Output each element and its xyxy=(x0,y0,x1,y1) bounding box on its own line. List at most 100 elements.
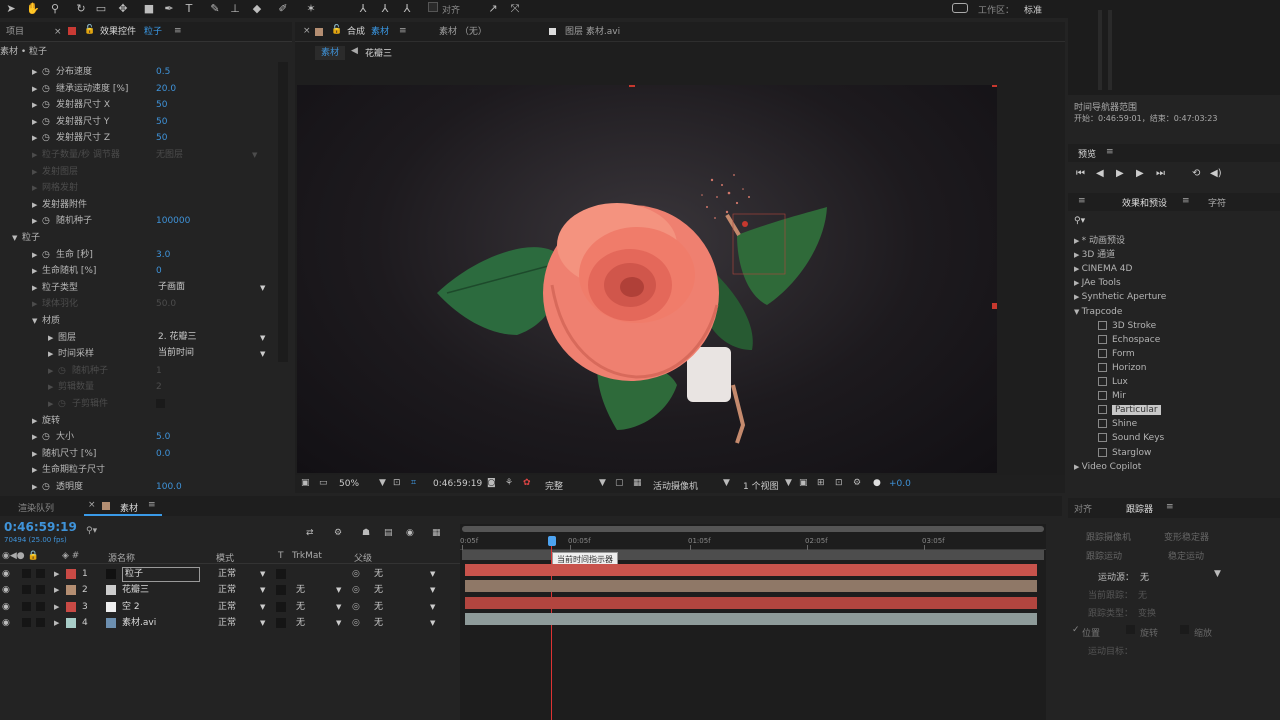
layer-row[interactable]: ◉ ▶ 2 花瓣三 正常 ▼ 无 ▼ ◎ 无 ▼ xyxy=(0,582,460,598)
property-dropdown[interactable]: 子画面 xyxy=(158,281,270,294)
pick-whip-icon[interactable]: ◎ xyxy=(352,566,360,582)
crumb-comp[interactable]: 素材 xyxy=(315,46,346,60)
motion-source-select[interactable]: 无 xyxy=(1140,570,1149,583)
effects-item[interactable]: Echospace xyxy=(1098,333,1160,347)
expand-arrow-icon[interactable]: ▶ xyxy=(32,130,37,146)
chevron-down-icon[interactable]: ▼ xyxy=(252,147,257,163)
preserve-transparency-toggle[interactable] xyxy=(276,569,286,579)
expand-arrow-icon[interactable]: ▶ xyxy=(32,64,37,80)
current-track-select[interactable]: 无 xyxy=(1138,588,1147,601)
zoom-value[interactable]: 50% xyxy=(339,479,359,489)
expand-arrow-icon[interactable]: ▶ xyxy=(32,462,37,478)
property-value[interactable]: 50 xyxy=(156,97,167,113)
expand-arrow-icon[interactable]: ▶ xyxy=(48,379,53,395)
expand-arrow-icon[interactable]: ▶ xyxy=(1074,265,1082,273)
effect-property-row[interactable]: ▶ ◷ 透明度 100.0 xyxy=(0,479,278,495)
effect-property-row[interactable]: ▶ ◷ 随机种子 100000 xyxy=(0,213,278,229)
effect-property-row[interactable]: ▶ ◷ 大小 5.0 xyxy=(0,429,278,445)
expand-arrow-icon[interactable]: ▶ xyxy=(1074,279,1082,287)
panel-menu-icon[interactable]: ≡ xyxy=(148,500,156,510)
layer-row[interactable]: ◉ ▶ 3 空 2 正常 ▼ 无 ▼ ◎ 无 ▼ xyxy=(0,599,460,615)
eye-icon[interactable]: ◉ xyxy=(2,582,10,598)
warp-stabilizer-button[interactable]: 变形稳定器 xyxy=(1164,530,1209,543)
layer-label-color[interactable] xyxy=(66,618,76,629)
property-value[interactable]: 无图层 xyxy=(156,147,183,163)
effect-property-row[interactable]: ▶ 旋转 xyxy=(0,413,278,429)
track-camera-button[interactable]: 跟踪摄像机 xyxy=(1086,530,1131,543)
expand-arrow-icon[interactable]: ▶ xyxy=(54,582,59,598)
frame-blend-icon[interactable]: ▤ xyxy=(384,528,393,538)
scale-checkbox[interactable] xyxy=(1180,625,1189,634)
pick-whip-icon[interactable]: ◎ xyxy=(352,615,360,631)
tab-effect-controls[interactable]: 效果控件 xyxy=(100,23,136,41)
effects-item[interactable]: Sound Keys xyxy=(1098,431,1164,445)
text-tool-icon[interactable]: T xyxy=(182,2,196,16)
parent-select[interactable]: 无 xyxy=(374,582,383,598)
expand-arrow-icon[interactable]: ▶ xyxy=(32,180,37,196)
rectangle-tool-icon[interactable]: ■ xyxy=(142,2,156,16)
chevron-down-icon[interactable]: ▼ xyxy=(260,346,265,362)
property-value[interactable]: 2 xyxy=(156,379,162,395)
tab-timeline-comp[interactable]: 素材 xyxy=(120,501,138,514)
close-icon[interactable]: × xyxy=(303,26,311,36)
expand-arrow-icon[interactable]: ▶ xyxy=(32,446,37,462)
effects-item[interactable]: Form xyxy=(1098,347,1135,361)
panel-menu-icon[interactable]: ≡ xyxy=(1106,147,1114,157)
snapshot-icon[interactable]: ◙ xyxy=(487,478,496,488)
expand-arrow-icon[interactable]: ▶ xyxy=(32,247,37,263)
pan-behind-tool-icon[interactable]: ✥ xyxy=(116,2,130,16)
expand-arrow-icon[interactable]: ▶ xyxy=(32,413,37,429)
camera-select[interactable]: 活动摄像机 xyxy=(653,479,698,492)
expand-arrow-icon[interactable]: ▶ xyxy=(48,330,53,346)
layer-name[interactable]: 空 2 xyxy=(122,599,140,615)
effect-property-row[interactable]: ▶ ◷ 发射器尺寸 X 50 xyxy=(0,97,278,113)
effects-folder[interactable]: ▶ 3D 通道 xyxy=(1074,248,1115,262)
property-dropdown[interactable]: 2. 花瓣三 xyxy=(158,331,270,344)
expand-arrow-icon[interactable]: ▶ xyxy=(32,81,37,97)
chevron-down-icon[interactable]: ▼ xyxy=(785,478,792,488)
chevron-down-icon[interactable]: ▼ xyxy=(260,599,265,615)
expand-arrow-icon[interactable]: ▶ xyxy=(32,280,37,296)
clone-stamp-tool-icon[interactable]: ⊥ xyxy=(228,2,242,16)
stopwatch-icon[interactable]: ◷ xyxy=(42,429,50,445)
chevron-down-icon[interactable]: ▼ xyxy=(260,582,265,598)
effects-folder[interactable]: ▶ JAe Tools xyxy=(1074,276,1121,290)
layer-mode-select[interactable]: 正常 xyxy=(218,582,236,598)
parent-select[interactable]: 无 xyxy=(374,566,383,582)
expand-arrow-icon[interactable]: ▶ xyxy=(54,615,59,631)
current-timecode[interactable]: 0:46:59:19 xyxy=(4,520,77,534)
close-icon[interactable]: × xyxy=(54,27,62,37)
expand-arrow-icon[interactable]: ▶ xyxy=(32,296,37,312)
exposure-reset-icon[interactable]: ● xyxy=(873,478,881,488)
expand-down-icon[interactable]: ▼ xyxy=(32,313,37,329)
pick-whip-icon[interactable]: ◎ xyxy=(352,582,360,598)
chevron-down-icon[interactable]: ▼ xyxy=(1214,569,1221,579)
effects-item[interactable]: Mir xyxy=(1098,389,1126,403)
effect-property-row[interactable]: ▶ 时间采样 当前时间 ▼ xyxy=(0,346,278,362)
chevron-down-icon[interactable]: ▼ xyxy=(430,615,435,631)
layer-duration-bar[interactable] xyxy=(465,580,1037,593)
expand-arrow-icon[interactable]: ▶ xyxy=(54,599,59,615)
effect-property-row[interactable]: ▼ 粒子 xyxy=(0,230,278,246)
effects-item[interactable]: Starglow xyxy=(1098,446,1151,460)
tab-effects-presets[interactable]: 效果和预设 xyxy=(1122,196,1167,209)
timeline-search-icon[interactable]: ⚲▾ xyxy=(86,526,97,536)
pick-whip-icon[interactable]: ◎ xyxy=(352,599,360,615)
stopwatch-icon[interactable]: ◷ xyxy=(42,114,50,130)
effects-item[interactable]: Particular xyxy=(1098,403,1161,417)
effect-property-row[interactable]: ▶ ◷ 生命 [秒] 3.0 xyxy=(0,247,278,263)
play-icon[interactable]: ▶ xyxy=(1116,168,1124,179)
puppet-pin-tool-icon[interactable]: ✶ xyxy=(304,2,318,16)
chevron-down-icon[interactable]: ▼ xyxy=(430,582,435,598)
property-value[interactable]: 5.0 xyxy=(156,429,170,445)
panel-menu-icon[interactable]: ≡ xyxy=(1166,502,1174,512)
tab-render-queue[interactable]: 渲染队列 xyxy=(18,501,54,514)
solo-toggle[interactable] xyxy=(22,618,31,628)
expand-arrow-icon[interactable]: ▶ xyxy=(1074,463,1082,471)
tab-tracker[interactable]: 跟踪器 xyxy=(1126,502,1153,515)
parent-select[interactable]: 无 xyxy=(374,599,383,615)
draft-3d-icon[interactable]: ⚙ xyxy=(334,528,342,538)
stabilize-motion-button[interactable]: 稳定运动 xyxy=(1168,549,1204,562)
chevron-down-icon[interactable]: ▼ xyxy=(336,599,341,615)
snap-checkbox[interactable] xyxy=(428,2,438,12)
